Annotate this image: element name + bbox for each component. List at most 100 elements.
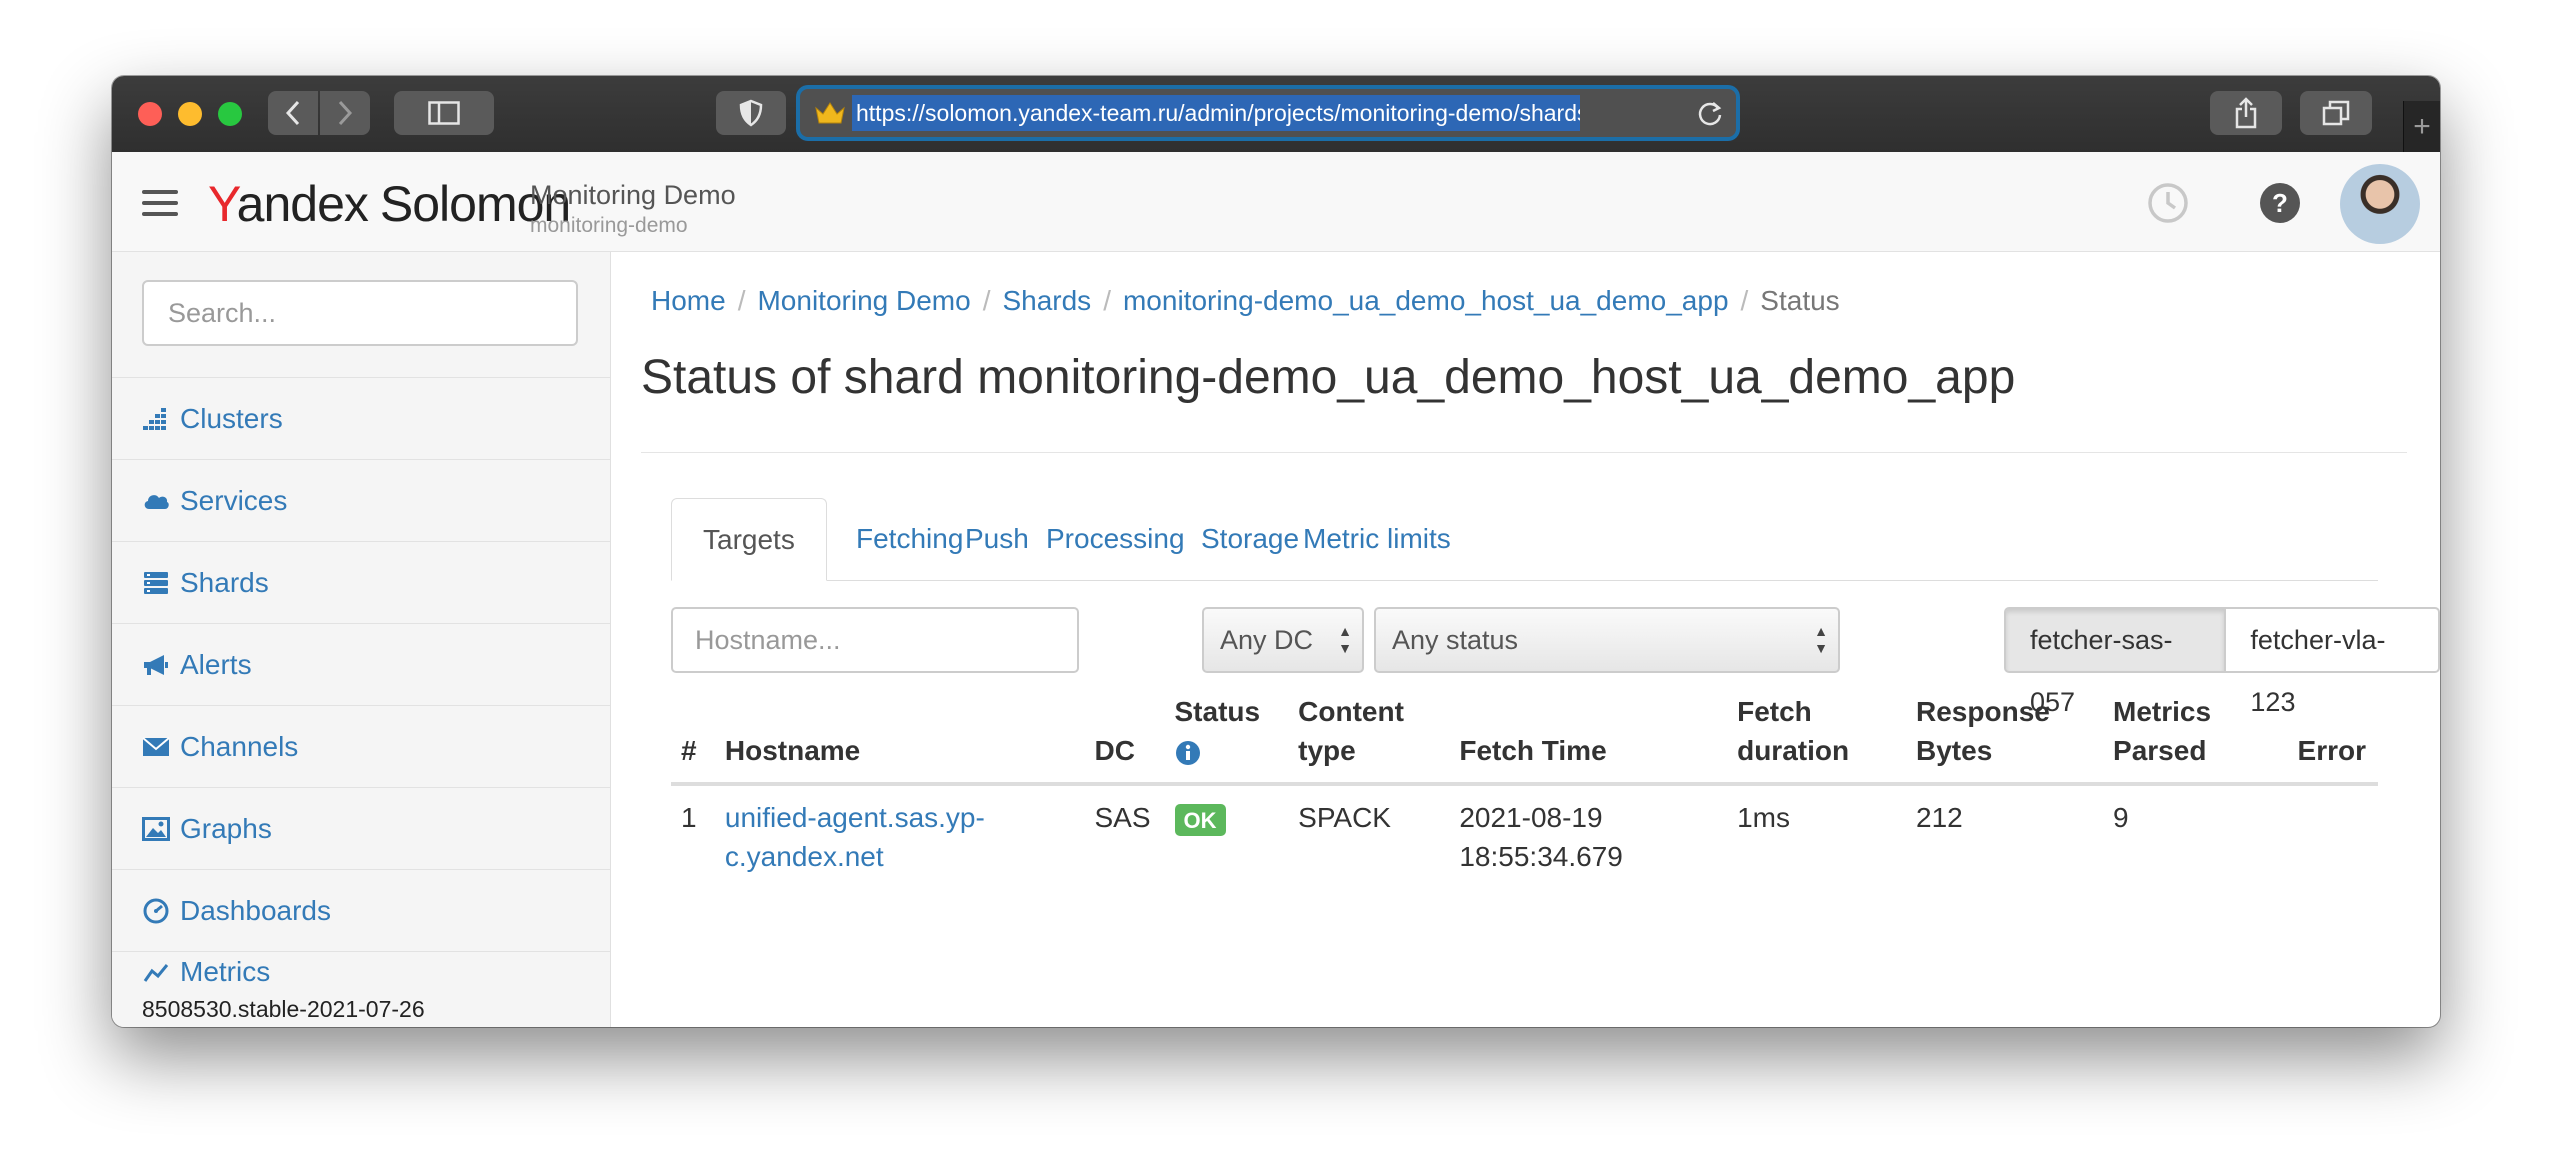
forward-button[interactable] (320, 91, 370, 135)
clock-icon[interactable] (2146, 181, 2190, 225)
hostname-link[interactable]: unified-agent.sas.yp-c.yandex.net (725, 802, 985, 872)
cell-num: 1 (681, 802, 697, 833)
cell-error (2286, 784, 2378, 888)
fetcher-vla-button[interactable]: fetcher-vla-123 (2226, 607, 2440, 717)
clusters-icon (142, 405, 170, 433)
sidebar-item-label: Graphs (180, 812, 272, 844)
left-sidebar: Clusters Services Shards Alerts Channels… (112, 252, 611, 1027)
col-content-type[interactable]: Content type (1286, 692, 1448, 786)
help-icon[interactable]: ? (2259, 182, 2301, 224)
hostname-filter-input[interactable] (671, 607, 1079, 673)
status-select[interactable]: Any status ▲ ▼ (1374, 607, 1840, 673)
breadcrumb: Home / Monitoring Demo / Shards / monitoring-d… (651, 285, 1840, 317)
user-avatar[interactable] (2340, 164, 2420, 244)
sidebar-search-input[interactable] (142, 280, 578, 346)
fetcher-button-group: fetcher-sas-057 fetcher-vla-123 (2004, 607, 2440, 717)
minimize-window-button[interactable] (178, 102, 202, 126)
col-fetch-duration[interactable]: Fetch duration (1725, 692, 1905, 786)
breadcrumb-separator: / (1103, 285, 1111, 316)
metrics-icon (142, 960, 170, 988)
col-fetch-time[interactable]: Fetch Time (1447, 692, 1726, 786)
breadcrumb-separator: / (1740, 285, 1749, 316)
back-button[interactable] (268, 91, 318, 135)
reload-icon[interactable] (1696, 99, 1724, 127)
url-text[interactable]: https://solomon.yandex-team.ru/admin/pro… (852, 95, 1580, 131)
sidebar-item-alerts[interactable]: Alerts (112, 624, 610, 706)
sidebar-item-clusters[interactable]: Clusters (112, 378, 610, 460)
sidebar-item-label: Clusters (180, 402, 283, 434)
close-window-button[interactable] (138, 102, 162, 126)
address-bar[interactable]: https://solomon.yandex-team.ru/admin/pro… (800, 89, 1736, 137)
page-title: Status of shard monitoring-demo_ua_demo_… (641, 351, 2016, 404)
picture-icon (142, 815, 170, 843)
sidebar-item-label: Alerts (180, 648, 252, 680)
yandex-solomon-logo[interactable]: Yandex Solomon (208, 174, 571, 234)
shards-icon (142, 569, 170, 597)
tab-targets[interactable]: Targets (671, 498, 827, 581)
breadcrumb-shard[interactable]: monitoring-demo_ua_demo_host_ua_demo_app (1123, 285, 1729, 316)
col-metrics-parsed[interactable]: Metrics Parsed (2101, 692, 2286, 786)
status-tabs: Targets Fetching Push Processing Storage… (671, 498, 2378, 581)
chevron-left-icon (285, 100, 300, 126)
col-hostname[interactable]: Hostname (712, 692, 1083, 786)
sidebar-item-metrics[interactable]: Metrics (112, 952, 610, 988)
svg-text:?: ? (2272, 188, 2288, 218)
sidebar-icon (428, 101, 460, 125)
cell-fetch-duration: 1ms (1737, 802, 1790, 833)
dc-select-value: Any DC (1220, 625, 1314, 655)
share-button[interactable] (2210, 91, 2282, 135)
fetcher-sas-button[interactable]: fetcher-sas-057 (2004, 607, 2227, 717)
sidebar-item-graphs[interactable]: Graphs (112, 788, 610, 870)
cloud-icon (142, 487, 170, 515)
col-error[interactable]: Error (2285, 692, 2378, 786)
browser-window: https://solomon.yandex-team.ru/admin/pro… (112, 76, 2440, 1027)
title-divider (641, 452, 2407, 453)
crown-icon (815, 102, 845, 124)
sidebar-nav: Clusters Services Shards Alerts Channels… (112, 377, 610, 988)
cell-metrics-parsed: 9 (2113, 802, 2129, 833)
cell-hostname: unified-agent.sas.yp-c.yandex.net (713, 784, 1083, 888)
status-select-value: Any status (1392, 625, 1519, 655)
menu-icon[interactable] (142, 190, 178, 216)
bullhorn-icon (142, 651, 170, 679)
col-status-label: Status (1174, 696, 1261, 727)
show-tabs-button[interactable] (2300, 91, 2372, 135)
envelope-icon (142, 733, 170, 761)
sidebar-item-label: Channels (180, 730, 299, 762)
sidebar-item-label: Shards (180, 566, 269, 598)
tab-metric-limits[interactable]: Metric limits (1272, 498, 1482, 580)
new-tab-button[interactable]: + (2403, 101, 2440, 152)
sidebar-item-dashboards[interactable]: Dashboards (112, 870, 610, 952)
col-status[interactable]: Status (1162, 692, 1287, 786)
select-arrows-icon: ▲ ▼ (1814, 623, 1828, 656)
col-response-bytes[interactable]: Response Bytes (1904, 692, 2102, 786)
info-icon[interactable] (1175, 740, 1201, 766)
breadcrumb-project[interactable]: Monitoring Demo (757, 285, 970, 316)
browser-toolbar: https://solomon.yandex-team.ru/admin/pro… (112, 76, 2440, 153)
status-badge: OK (1174, 804, 1226, 836)
cell-content-type: SPACK (1298, 802, 1391, 833)
main-content: Home / Monitoring Demo / Shards / monitoring-d… (611, 252, 2440, 1027)
cell-status: OK (1163, 784, 1287, 888)
breadcrumb-shards[interactable]: Shards (1002, 285, 1091, 316)
cell-dc: SAS (1094, 802, 1151, 833)
app-version: 8508530.stable-2021-07-26 (142, 996, 425, 1023)
breadcrumb-home[interactable]: Home (651, 285, 726, 316)
col-num[interactable]: # (671, 692, 713, 786)
sidebar-item-channels[interactable]: Channels (112, 706, 610, 788)
zoom-window-button[interactable] (218, 102, 242, 126)
select-arrows-icon: ▲ ▼ (1338, 623, 1352, 656)
breadcrumb-separator: / (737, 285, 746, 316)
sidebar-item-services[interactable]: Services (112, 460, 610, 542)
col-dc[interactable]: DC (1082, 692, 1163, 786)
dc-select[interactable]: Any DC ▲ ▼ (1202, 607, 1364, 673)
tabs-overview-icon (2322, 100, 2350, 126)
sidebar-item-label: Metrics (180, 956, 271, 987)
sidebar-item-shards[interactable]: Shards (112, 542, 610, 624)
sidebar-item-label: Services (180, 484, 288, 516)
shield-icon (739, 99, 763, 127)
sidebar-toggle-button[interactable] (394, 91, 494, 135)
breadcrumb-separator: / (982, 285, 991, 316)
privacy-report-button[interactable] (716, 91, 786, 135)
breadcrumb-current: Status (1760, 285, 1840, 316)
